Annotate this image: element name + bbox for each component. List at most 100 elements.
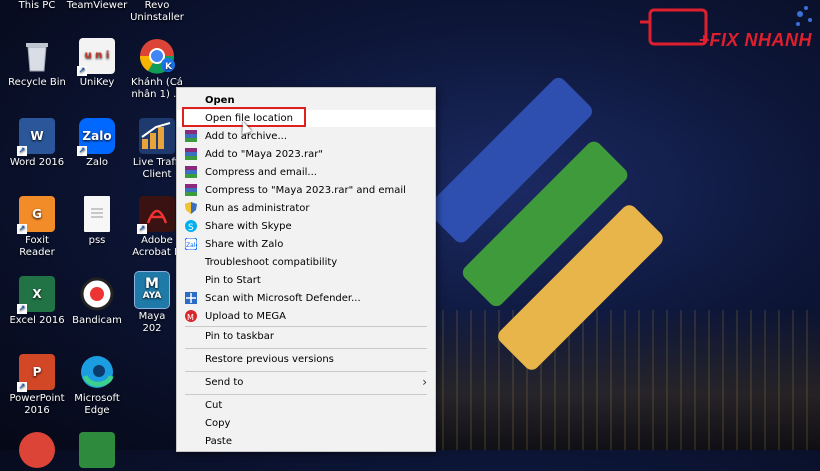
desktop-icon-edge[interactable]: Microsoft Edge: [66, 354, 128, 417]
desktop-icon-unikey[interactable]: u n i ↗ UniKey: [66, 38, 128, 89]
menu-item-copy[interactable]: Copy: [177, 415, 435, 432]
menu-item-pin-to-start[interactable]: Pin to Start: [177, 272, 435, 289]
mega-icon: M: [185, 310, 197, 322]
desktop-icon-foxit[interactable]: G ↗ Foxit Reader: [6, 196, 68, 259]
menu-item-label: Troubleshoot compatibility: [205, 257, 338, 268]
desktop-icon-recycle-bin[interactable]: Recycle Bin: [6, 38, 68, 89]
menu-item-paste[interactable]: Paste: [177, 433, 435, 450]
menu-item-compress-and-email[interactable]: Compress and email...: [177, 164, 435, 181]
menu-item-label: Compress to "Maya 2023.rar" and email: [205, 185, 406, 196]
icon-label: TeamViewer: [66, 0, 128, 11]
menu-item-label: Add to "Maya 2023.rar": [205, 149, 323, 160]
icon-label: Microsoft Edge: [74, 393, 120, 416]
defender-icon: [185, 292, 197, 304]
icon-label: UniKey: [79, 77, 115, 88]
context-menu: Open Open file location Add to archive..…: [176, 87, 436, 452]
maya-badge: AYA: [142, 291, 162, 301]
svg-text:M: M: [187, 313, 194, 322]
brand-logo: +FIX NHANH: [630, 0, 820, 70]
menu-item-troubleshoot-compatibility[interactable]: Troubleshoot compatibility: [177, 254, 435, 271]
menu-item-label: Compress and email...: [205, 167, 317, 178]
chevron-right-icon: ›: [422, 375, 427, 389]
menu-item-label: Share with Zalo: [205, 239, 284, 250]
menu-item-label: Scan with Microsoft Defender...: [205, 293, 361, 304]
menu-separator: [185, 348, 427, 349]
shortcut-arrow-icon: ↗: [77, 146, 87, 156]
menu-item-upload-to-mega[interactable]: M Upload to MEGA: [177, 308, 435, 325]
shortcut-arrow-icon: ↗: [17, 382, 27, 392]
menu-item-share-with-zalo[interactable]: Zalo Share with Zalo: [177, 236, 435, 253]
menu-item-scan-with-defender[interactable]: Scan with Microsoft Defender...: [177, 290, 435, 307]
excel-icon: X ↗: [17, 276, 55, 314]
desktop-icon-word[interactable]: W ↗ Word 2016: [6, 118, 68, 169]
menu-item-send-to[interactable]: Send to ›: [177, 374, 435, 391]
menu-item-label: Copy: [205, 418, 231, 429]
menu-item-label: Restore previous versions: [205, 354, 334, 365]
icon-label: Recycle Bin: [8, 77, 66, 88]
acrobat-icon: ↗: [137, 196, 175, 234]
desktop-icon-bandicam[interactable]: Bandicam: [66, 276, 128, 327]
powerpoint-icon: P ↗: [17, 354, 55, 392]
desktop-icon-pss[interactable]: pss: [66, 196, 128, 247]
maya-icon: M AYA: [134, 271, 170, 309]
menu-item-share-with-skype[interactable]: S Share with Skype: [177, 218, 435, 235]
desktop-icon-teamviewer[interactable]: TeamViewer: [66, 0, 128, 12]
unikey-icon: u n i ↗: [77, 38, 115, 76]
desktop-icon-this-pc[interactable]: This PC: [6, 0, 68, 12]
word-icon: W ↗: [17, 118, 55, 156]
desktop-icon-zalo[interactable]: Zalo ↗ Zalo: [66, 118, 128, 169]
menu-separator: [185, 371, 427, 372]
desktop-icon-excel[interactable]: X ↗ Excel 2016: [6, 276, 68, 327]
icon-label: PowerPoint 2016: [9, 393, 65, 416]
uac-shield-icon: [185, 202, 197, 214]
menu-item-run-as-administrator[interactable]: Run as administrator: [177, 200, 435, 217]
bandicam-icon: [79, 276, 115, 312]
desktop-icon-powerpoint[interactable]: P ↗ PowerPoint 2016: [6, 354, 68, 417]
skype-icon: S: [185, 220, 197, 233]
zalo-icon: Zalo ↗: [77, 118, 115, 156]
shortcut-arrow-icon: ↗: [17, 224, 27, 234]
icon-label: This PC: [18, 0, 56, 11]
app-icon: [79, 432, 115, 468]
icon-label: Zalo: [86, 157, 108, 168]
menu-item-label: Pin to Start: [205, 275, 261, 286]
menu-item-cut[interactable]: Cut: [177, 397, 435, 414]
desktop-icon-maya[interactable]: M AYA Maya 202: [128, 271, 176, 334]
icon-label: Bandicam: [72, 315, 122, 326]
shortcut-arrow-icon: ↗: [77, 66, 87, 76]
logo-text: +FIX NHANH: [698, 30, 812, 50]
zalo-icon: Zalo: [184, 237, 199, 251]
menu-item-restore-previous-versions[interactable]: Restore previous versions: [177, 351, 435, 368]
menu-item-add-to-rar[interactable]: Add to "Maya 2023.rar": [177, 146, 435, 163]
shortcut-arrow-icon: ↗: [17, 146, 27, 156]
icon-label: Foxit Reader: [19, 235, 55, 258]
desktop-icon-revo-uninstaller[interactable]: Revo Uninstaller: [126, 0, 188, 24]
menu-item-label: Paste: [205, 436, 232, 447]
menu-item-pin-to-taskbar[interactable]: Pin to taskbar: [177, 328, 435, 345]
shortcut-arrow-icon: ↗: [137, 224, 147, 234]
menu-item-label: Cut: [205, 400, 223, 411]
document-icon: [84, 196, 110, 232]
menu-item-label: Pin to taskbar: [205, 331, 274, 342]
desktop: +FIX NHANH This PC TeamViewer Revo Unins…: [0, 0, 820, 468]
icon-label: pss: [88, 235, 106, 246]
svg-text:S: S: [188, 223, 194, 232]
menu-item-label: Upload to MEGA: [205, 311, 286, 322]
menu-item-compress-to-rar-and-email[interactable]: Compress to "Maya 2023.rar" and email: [177, 182, 435, 199]
chrome-icon: K: [139, 38, 175, 74]
winrar-icon: [185, 130, 197, 142]
foxit-icon: G ↗: [17, 196, 55, 234]
menu-separator: [185, 326, 427, 327]
svg-text:K: K: [165, 62, 173, 72]
menu-separator: [185, 394, 427, 395]
desktop-icon-chrome-partial[interactable]: [6, 432, 68, 471]
desktop-icon-camtasia-partial[interactable]: [66, 432, 128, 471]
menu-item-add-to-archive[interactable]: Add to archive...: [177, 128, 435, 145]
live-traffic-icon: [139, 118, 175, 154]
edge-icon: [79, 354, 115, 390]
menu-item-label: Send to: [205, 377, 244, 388]
chrome-icon: [19, 432, 55, 468]
menu-item-label: Run as administrator: [205, 203, 310, 214]
shortcut-arrow-icon: ↗: [17, 304, 27, 314]
winrar-icon: [185, 184, 197, 196]
